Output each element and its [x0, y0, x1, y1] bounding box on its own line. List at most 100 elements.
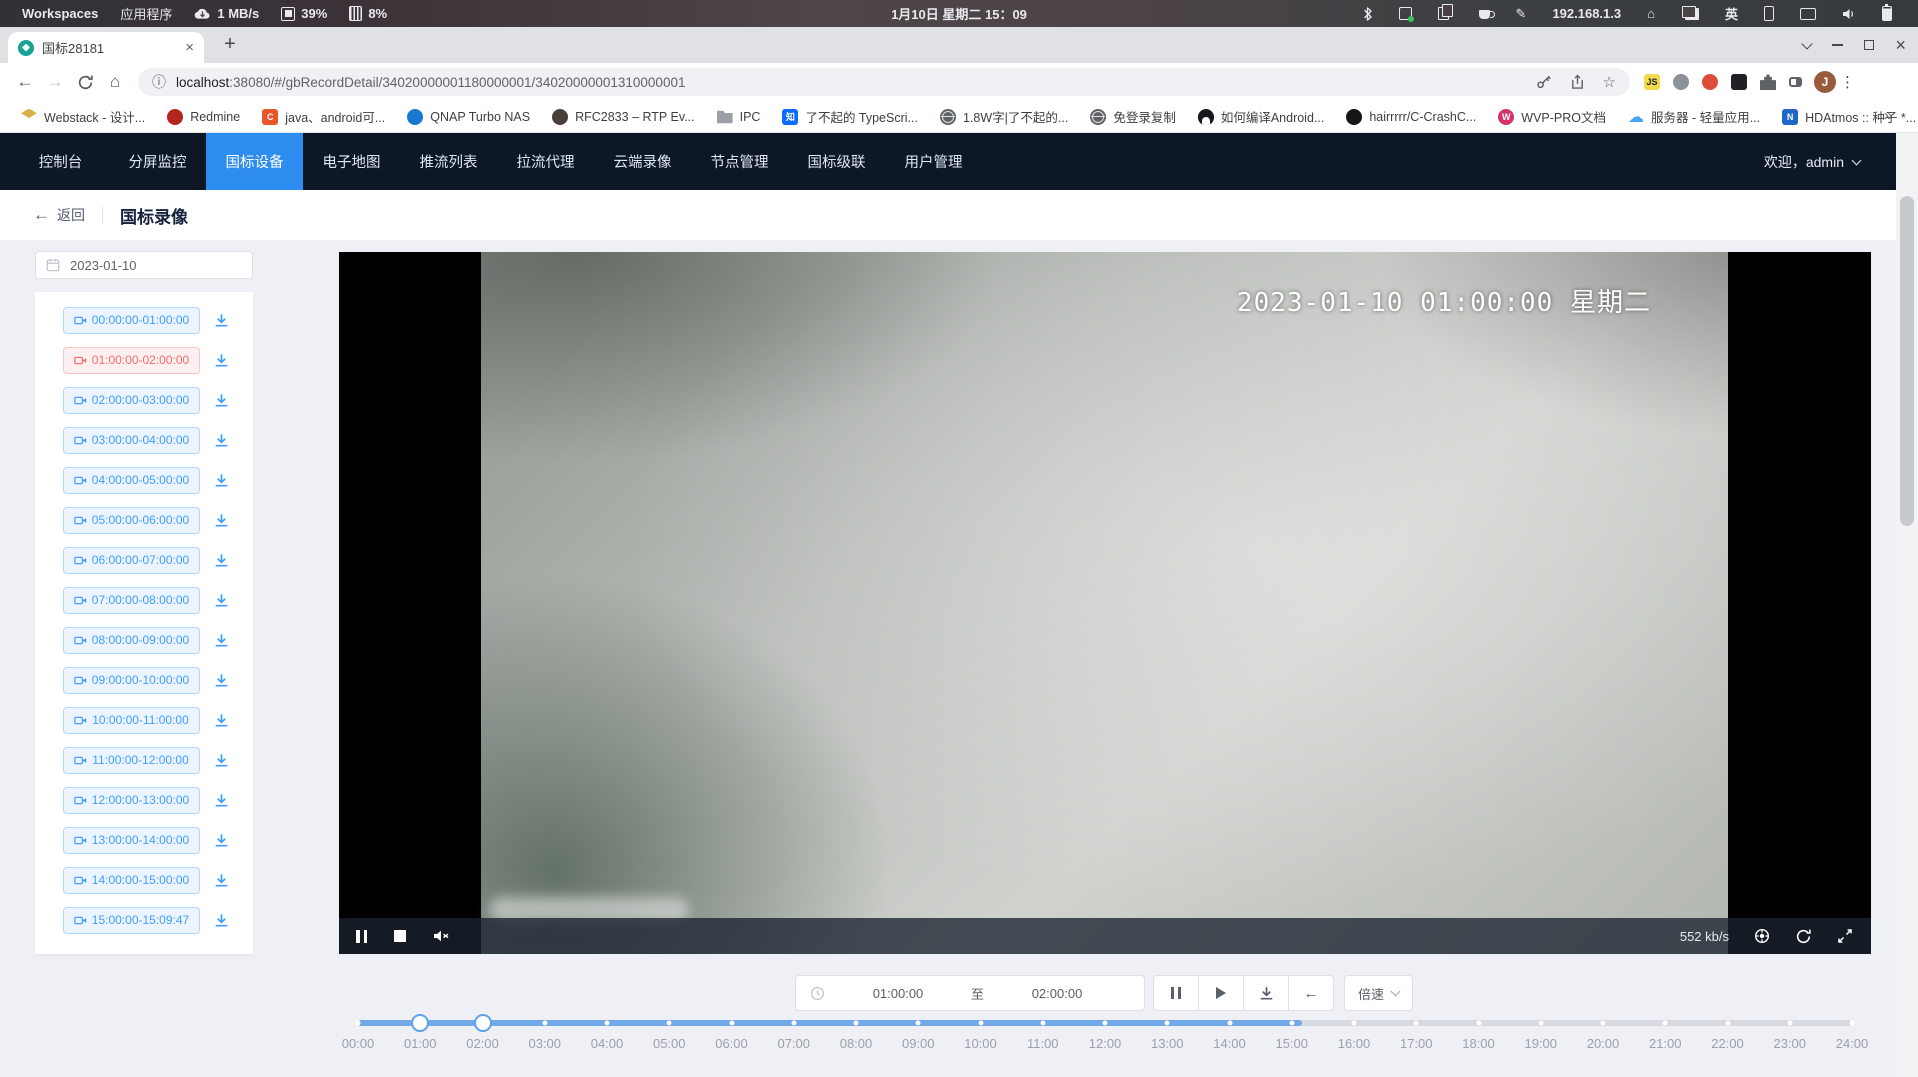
window-close-icon[interactable]: ×: [1895, 36, 1906, 54]
back-icon[interactable]: ←: [10, 72, 40, 92]
player-refresh-icon[interactable]: [1795, 928, 1812, 945]
end-time-input[interactable]: [1015, 985, 1099, 1002]
segment-button[interactable]: 01:00:00-02:00:00: [63, 347, 200, 374]
window-minimize-icon[interactable]: [1832, 44, 1843, 46]
segment-button[interactable]: 14:00:00-15:00:00: [63, 867, 200, 894]
extension-icon[interactable]: [1673, 74, 1689, 90]
segment-download-button[interactable]: [214, 353, 229, 368]
share-icon[interactable]: [1570, 74, 1585, 90]
nav-tab[interactable]: 分屏监控: [109, 133, 206, 190]
segment-download-button[interactable]: [214, 833, 229, 848]
browser-menu-icon[interactable]: ⋮: [1840, 73, 1855, 91]
back-button[interactable]: ← 返回: [33, 205, 85, 225]
date-input[interactable]: [68, 257, 222, 274]
snapshot-icon[interactable]: [1754, 928, 1770, 944]
segment-button[interactable]: 10:00:00-11:00:00: [63, 707, 200, 734]
bookmark-item[interactable]: ☁ 服务器 - 轻量应用...: [1619, 104, 1769, 129]
extension-icon[interactable]: [1731, 74, 1747, 90]
volume-muted-icon[interactable]: [433, 929, 450, 943]
segment-download-button[interactable]: [214, 593, 229, 608]
forward-icon[interactable]: →: [40, 72, 70, 92]
timeline-track[interactable]: [358, 1020, 1852, 1026]
extension-icon[interactable]: [1789, 77, 1802, 87]
bookmarks-overflow-icon[interactable]: »: [1884, 107, 1900, 124]
bookmark-item[interactable]: W WVP-PRO文档: [1489, 104, 1615, 129]
seek-back-button[interactable]: ←: [1288, 975, 1334, 1011]
display-icon[interactable]: [1800, 8, 1816, 20]
segment-button[interactable]: 04:00:00-05:00:00: [63, 467, 200, 494]
home-icon[interactable]: ⌂: [1647, 6, 1655, 21]
battery-icon[interactable]: [1882, 6, 1892, 21]
segment-button[interactable]: 03:00:00-04:00:00: [63, 427, 200, 454]
reload-icon[interactable]: [70, 74, 100, 91]
caffeine-icon[interactable]: [1479, 8, 1490, 19]
nav-tab[interactable]: 云端录像: [594, 133, 691, 190]
nav-tab[interactable]: 电子地图: [303, 133, 400, 190]
extension-icon[interactable]: JS: [1644, 74, 1660, 90]
time-range-box[interactable]: 至: [795, 975, 1145, 1011]
extension-icon[interactable]: [1760, 74, 1776, 90]
workspace-switcher-icon[interactable]: [1681, 8, 1699, 20]
bookmark-item[interactable]: 如何编译Android...: [1189, 104, 1334, 129]
segment-button[interactable]: 05:00:00-06:00:00: [63, 507, 200, 534]
nav-tab[interactable]: 国标级联: [788, 133, 885, 190]
ip-address-indicator[interactable]: 192.168.1.3: [1552, 6, 1621, 21]
page-scrollbar[interactable]: [1896, 133, 1918, 1077]
segment-button[interactable]: 00:00:00-01:00:00: [63, 307, 200, 334]
segment-button[interactable]: 08:00:00-09:00:00: [63, 627, 200, 654]
nav-tab[interactable]: 控制台: [12, 133, 109, 190]
start-time-input[interactable]: [856, 985, 940, 1002]
bookmark-item[interactable]: Webstack - 设计...: [12, 104, 154, 129]
pause-button[interactable]: [1153, 975, 1199, 1011]
segment-button[interactable]: 07:00:00-08:00:00: [63, 587, 200, 614]
phone-link-icon[interactable]: [1764, 6, 1774, 21]
segment-download-button[interactable]: [214, 433, 229, 448]
scrollbar-thumb[interactable]: [1900, 196, 1914, 526]
timeline-handle[interactable]: [411, 1014, 429, 1032]
color-picker-icon[interactable]: ✎: [1516, 6, 1527, 22]
segment-button[interactable]: 15:00:00-15:09:47: [63, 907, 200, 934]
bookmark-item[interactable]: Redmine: [158, 106, 249, 128]
tab-close-icon[interactable]: ×: [185, 39, 194, 56]
play-button[interactable]: [1198, 975, 1244, 1011]
app-indicator-icon[interactable]: [1399, 7, 1412, 20]
bookmark-item[interactable]: 1.8W字|了不起的...: [931, 104, 1077, 129]
browser-home-icon[interactable]: ⌂: [100, 72, 130, 92]
fullscreen-icon[interactable]: [1837, 928, 1853, 944]
browser-tab[interactable]: 国标28181 ×: [8, 32, 204, 63]
new-tab-button[interactable]: +: [216, 30, 244, 58]
player-pause-button[interactable]: [356, 930, 367, 943]
segment-download-button[interactable]: [214, 753, 229, 768]
segment-button[interactable]: 13:00:00-14:00:00: [63, 827, 200, 854]
bluetooth-icon[interactable]: [1363, 6, 1373, 22]
nav-tab[interactable]: 拉流代理: [497, 133, 594, 190]
password-key-icon[interactable]: [1536, 74, 1552, 90]
segment-button[interactable]: 09:00:00-10:00:00: [63, 667, 200, 694]
bookmark-item[interactable]: C java、android可...: [253, 104, 394, 129]
bookmark-item[interactable]: QNAP Turbo NAS: [398, 106, 539, 128]
nav-tab[interactable]: 节点管理: [691, 133, 788, 190]
segment-download-button[interactable]: [214, 473, 229, 488]
nav-tab[interactable]: 推流列表: [400, 133, 497, 190]
segment-button[interactable]: 06:00:00-07:00:00: [63, 547, 200, 574]
segment-button[interactable]: 11:00:00-12:00:00: [63, 747, 200, 774]
volume-icon[interactable]: [1842, 8, 1856, 20]
address-bar[interactable]: ⓘ localhost :38080/#/gbRecordDetail/3402…: [138, 68, 1630, 96]
segment-download-button[interactable]: [214, 873, 229, 888]
segment-download-button[interactable]: [214, 633, 229, 648]
segment-download-button[interactable]: [214, 313, 229, 328]
bookmark-star-icon[interactable]: ☆: [1603, 73, 1616, 91]
bookmark-item[interactable]: IPC: [708, 106, 770, 128]
input-method-indicator[interactable]: 英: [1725, 4, 1738, 23]
nav-tab[interactable]: 用户管理: [885, 133, 982, 190]
user-menu[interactable]: 欢迎，admin: [1764, 133, 1860, 190]
segment-download-button[interactable]: [214, 393, 229, 408]
segment-download-button[interactable]: [214, 913, 229, 928]
tab-search-chevron-icon[interactable]: [1802, 38, 1813, 49]
segment-download-button[interactable]: [214, 673, 229, 688]
speed-dropdown[interactable]: 倍速: [1344, 975, 1413, 1011]
segment-button[interactable]: 02:00:00-03:00:00: [63, 387, 200, 414]
site-info-icon[interactable]: ⓘ: [152, 72, 166, 92]
clipboard-indicator-icon[interactable]: [1438, 7, 1453, 20]
window-maximize-icon[interactable]: [1864, 40, 1874, 50]
